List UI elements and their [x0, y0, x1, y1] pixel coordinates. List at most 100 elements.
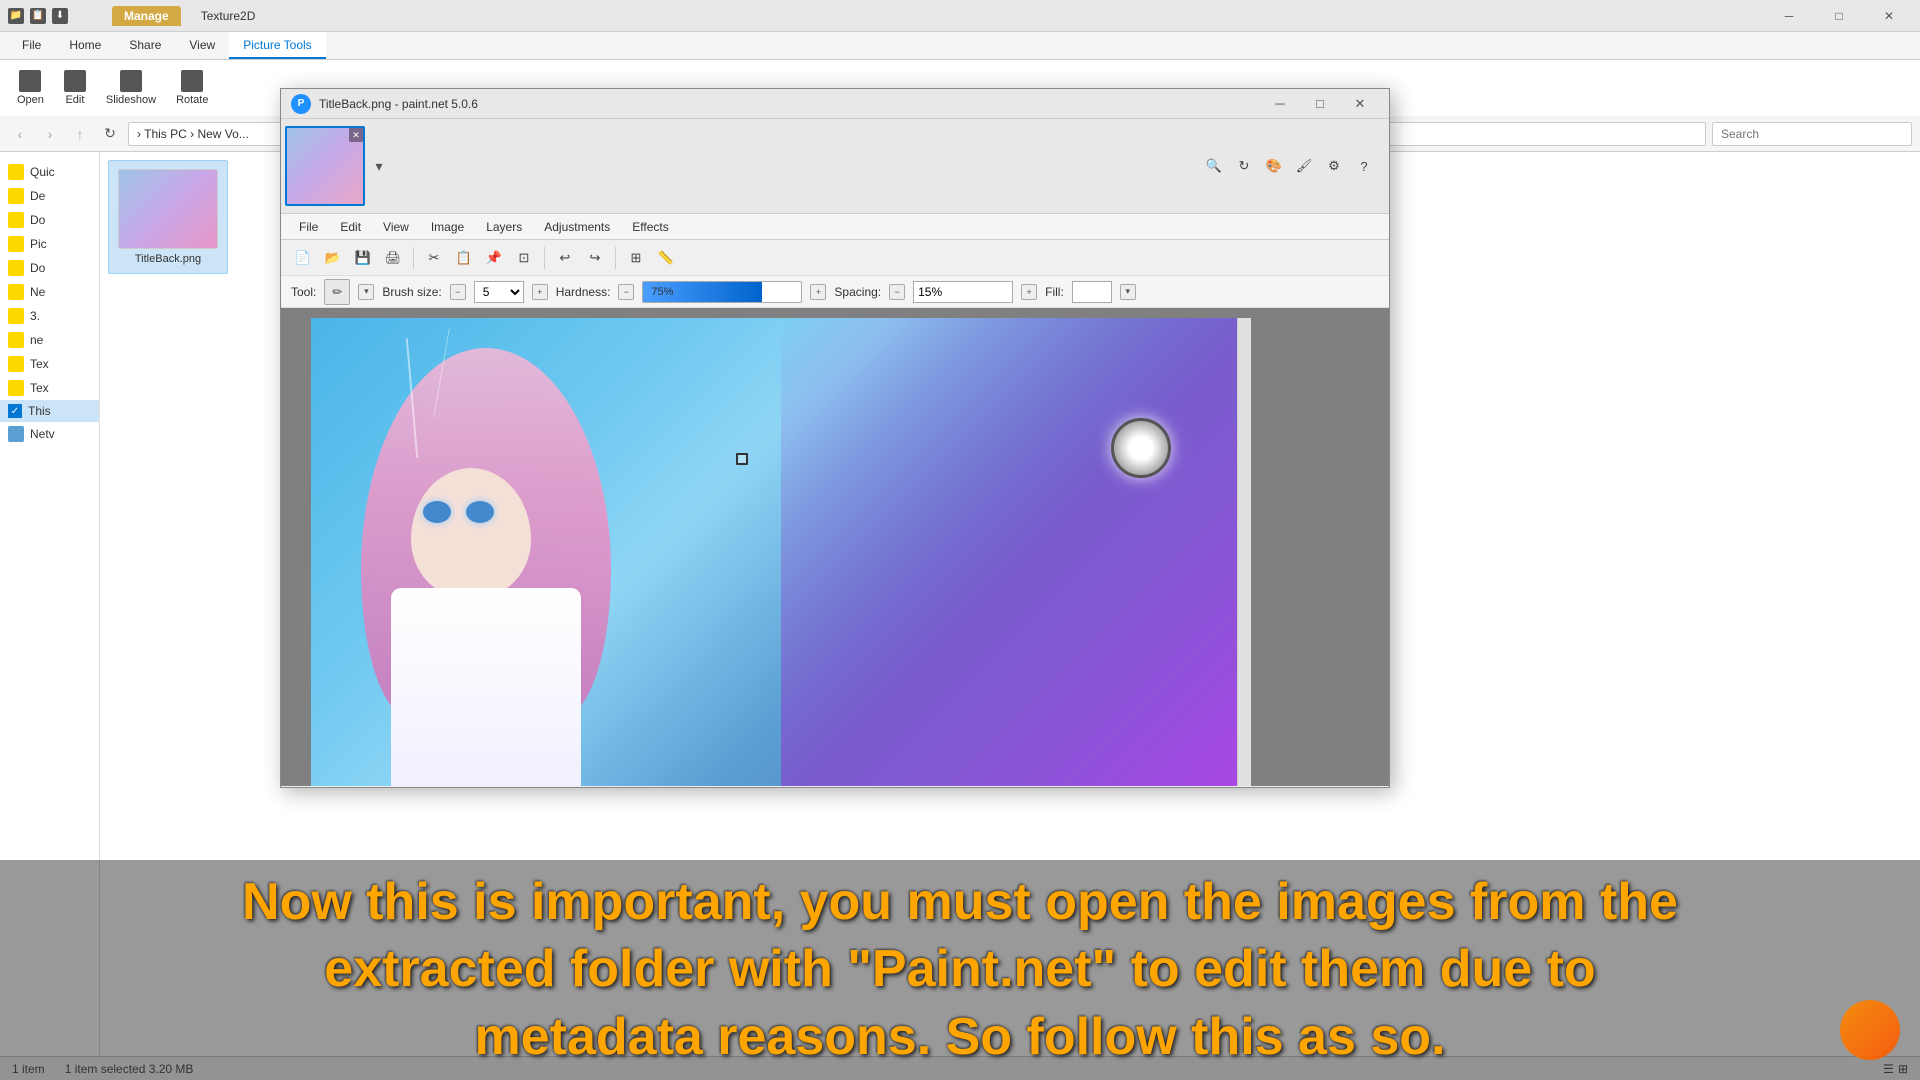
spacing-input[interactable]	[913, 281, 1013, 303]
sidebar-item-quic[interactable]: Quic	[0, 160, 99, 184]
toolbar-new-button[interactable]: 📄	[289, 244, 317, 272]
tool-help-icon[interactable]: ?	[1351, 153, 1377, 179]
sidebar-item-tex2[interactable]: Tex	[0, 376, 99, 400]
paintnet-maximize-button[interactable]: □	[1301, 92, 1339, 116]
open-label: Open	[17, 94, 44, 106]
toolbar-open-button[interactable]: 📂	[319, 244, 347, 272]
tab-manage[interactable]: Manage	[112, 6, 181, 26]
ribbon-btn-slideshow[interactable]: Slideshow	[97, 65, 165, 111]
menu-image[interactable]: Image	[421, 217, 474, 237]
quick-icon-clipboard[interactable]: 📋	[30, 8, 46, 24]
folder-icon	[8, 356, 24, 372]
paintnet-canvas-area[interactable]	[281, 308, 1389, 786]
brush-size-select[interactable]: 5 10 15 20	[474, 281, 524, 303]
paintnet-window-controls: ─ □ ✕	[1261, 92, 1379, 116]
hardness-label: Hardness:	[556, 285, 611, 299]
menu-adjustments[interactable]: Adjustments	[534, 217, 620, 237]
sidebar-item-network[interactable]: Netv	[0, 422, 99, 446]
paintnet-minimize-button[interactable]: ─	[1261, 92, 1299, 116]
quick-icon-down[interactable]: ⬇	[52, 8, 68, 24]
toolbar-undo-button[interactable]: ↩	[551, 244, 579, 272]
tool-settings-icon[interactable]: ⚙	[1321, 153, 1347, 179]
tool-refresh-icon[interactable]: ↻	[1231, 153, 1257, 179]
file-item-name: TitleBack.png	[135, 253, 201, 265]
sidebar-item-this-pc[interactable]: ✓ This	[0, 400, 99, 422]
ribbon-btn-edit[interactable]: Edit	[55, 65, 95, 111]
hardness-plus-button[interactable]: +	[810, 284, 826, 300]
thumbnail-scroll-arrow[interactable]: ▾	[369, 156, 389, 176]
ribbon-tab-view[interactable]: View	[175, 32, 229, 59]
tool-color-wheel-icon[interactable]: 🎨	[1261, 153, 1287, 179]
nav-up-button[interactable]: ↑	[68, 122, 92, 146]
sidebar-item-do1[interactable]: Do	[0, 208, 99, 232]
sidebar-item-ne[interactable]: Ne	[0, 280, 99, 304]
nav-back-button[interactable]: ‹	[8, 122, 32, 146]
paintnet-toolbar: 📄 📂 💾 🖨 ✂ 📋 📌 ⊡ ↩ ↪ ⊞ 📏	[281, 240, 1389, 276]
brush-size-minus-button[interactable]: −	[450, 284, 466, 300]
ribbon-tab-home[interactable]: Home	[55, 32, 115, 59]
paintnet-close-button[interactable]: ✕	[1341, 92, 1379, 116]
menu-layers[interactable]: Layers	[476, 217, 532, 237]
sidebar-item-label: Pic	[30, 237, 47, 251]
anime-purple-overlay	[781, 318, 1251, 786]
ribbon-btn-rotate[interactable]: Rotate	[167, 65, 217, 111]
menu-view[interactable]: View	[373, 217, 419, 237]
watermark-circle	[1840, 1000, 1900, 1060]
tool-search-icon[interactable]: 🔍	[1201, 153, 1227, 179]
brush-size-plus-button[interactable]: +	[532, 284, 548, 300]
thumbnail-close-button[interactable]: ✕	[349, 128, 363, 142]
quick-icon-folder[interactable]: 📁	[8, 8, 24, 24]
toolbar-print-button[interactable]: 🖨	[379, 244, 407, 272]
paintnet-thumbnail-strip: ✕ ▾ 🔍 ↻ 🎨 🖌 ⚙ ?	[281, 119, 1389, 214]
toolbar-copy-button[interactable]: 📋	[450, 244, 478, 272]
tool-dropdown-button[interactable]: ▾	[358, 284, 374, 300]
explorer-close-button[interactable]: ✕	[1866, 2, 1912, 30]
toolbar-separator-2	[544, 247, 545, 269]
ribbon-tab-file[interactable]: File	[8, 32, 55, 59]
sidebar-item-3[interactable]: 3.	[0, 304, 99, 328]
nav-forward-button[interactable]: ›	[38, 122, 62, 146]
thumbnail-tab-container: ✕	[285, 126, 365, 206]
folder-icon	[8, 236, 24, 252]
hardness-value: 75%	[651, 286, 673, 298]
fill-color-indicator[interactable]	[1072, 281, 1112, 303]
sidebar-item-de[interactable]: De	[0, 184, 99, 208]
sidebar-item-tex1[interactable]: Tex	[0, 352, 99, 376]
ribbon-btn-open[interactable]: Open	[8, 65, 53, 111]
toolbar-crop-button[interactable]: ⊡	[510, 244, 538, 272]
nav-refresh-button[interactable]: ↻	[98, 122, 122, 146]
toolbar-paste-button[interactable]: 📌	[480, 244, 508, 272]
toolbar-save-button[interactable]: 💾	[349, 244, 377, 272]
folder-icon	[8, 212, 24, 228]
file-item-titleback[interactable]: TitleBack.png	[108, 160, 228, 274]
explorer-window-controls: ─ □ ✕	[1766, 2, 1912, 30]
tool-palette-icon[interactable]: 🖌	[1291, 153, 1317, 179]
pencil-tool-icon[interactable]: ✏	[324, 279, 350, 305]
toolbar-grid-button[interactable]: ⊞	[622, 244, 650, 272]
hardness-bar[interactable]: 75%	[642, 281, 802, 303]
menu-file[interactable]: File	[289, 217, 328, 237]
canvas-scrollbar-vertical[interactable]	[1237, 318, 1251, 786]
explorer-maximize-button[interactable]: □	[1816, 2, 1862, 30]
menu-effects[interactable]: Effects	[622, 217, 678, 237]
explorer-minimize-button[interactable]: ─	[1766, 2, 1812, 30]
search-input[interactable]	[1712, 122, 1912, 146]
tab-texture[interactable]: Texture2D	[189, 6, 268, 26]
ribbon-tab-picture-tools[interactable]: Picture Tools	[229, 32, 325, 59]
toolbar-cut-button[interactable]: ✂	[420, 244, 448, 272]
character-face	[411, 468, 531, 598]
character-eye-left	[423, 501, 451, 523]
sidebar-item-do2[interactable]: Do	[0, 256, 99, 280]
ribbon-tab-share[interactable]: Share	[115, 32, 175, 59]
menu-edit[interactable]: Edit	[330, 217, 371, 237]
folder-icon	[8, 260, 24, 276]
fill-dropdown-button[interactable]: ▾	[1120, 284, 1136, 300]
spacing-minus-button[interactable]: −	[889, 284, 905, 300]
sidebar-item-ne2[interactable]: ne	[0, 328, 99, 352]
toolbar-ruler-button[interactable]: 📏	[652, 244, 680, 272]
hardness-minus-button[interactable]: −	[618, 284, 634, 300]
sidebar-item-pic[interactable]: Pic	[0, 232, 99, 256]
spacing-plus-button[interactable]: +	[1021, 284, 1037, 300]
sidebar-item-label: Netv	[30, 427, 55, 441]
toolbar-redo-button[interactable]: ↪	[581, 244, 609, 272]
